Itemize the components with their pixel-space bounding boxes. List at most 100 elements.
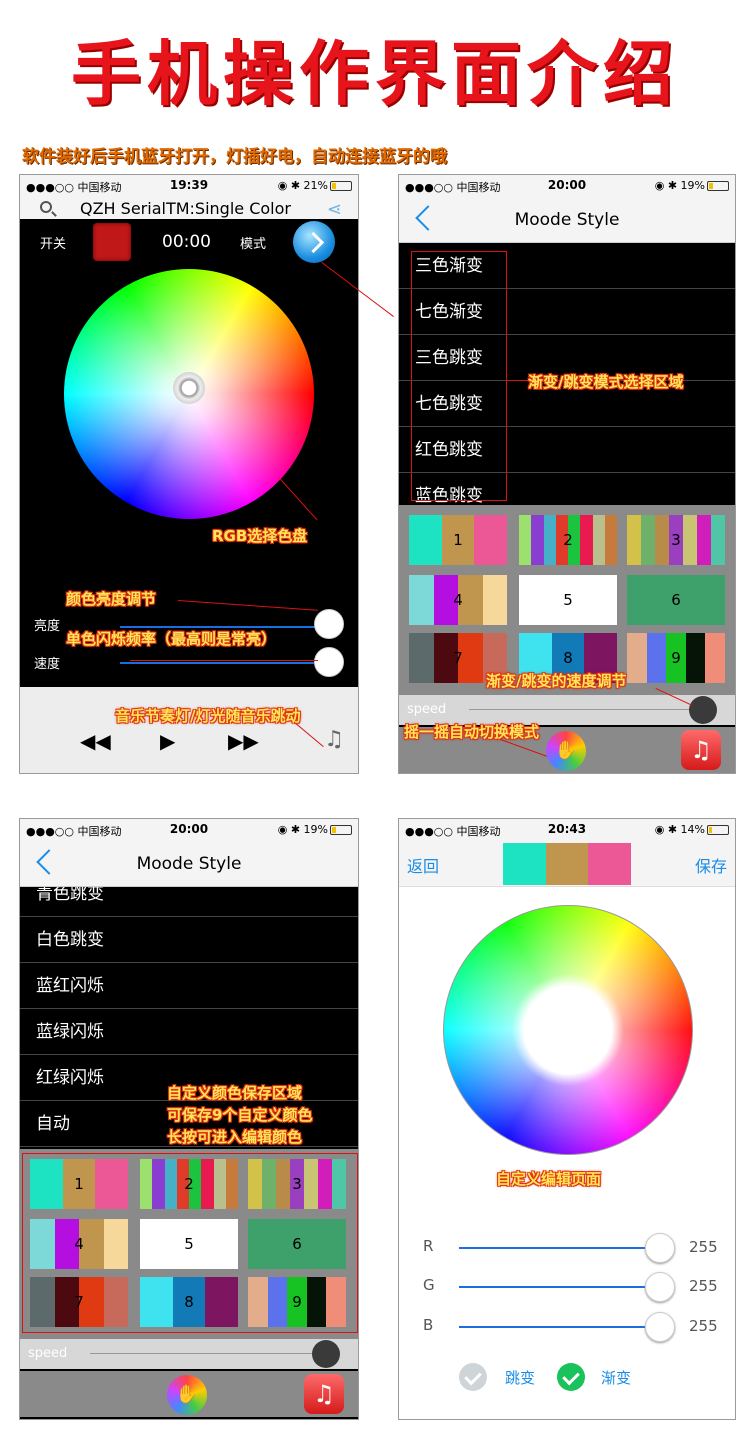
music-note-icon[interactable]: ♫ — [681, 730, 721, 770]
color-swatch-5[interactable]: 5 — [519, 575, 617, 625]
save-button[interactable]: 保存 — [695, 853, 727, 877]
swatch-number: 3 — [671, 531, 681, 549]
intro-text: 软件装好后手机蓝牙打开，灯插好电，自动连接蓝牙的哦 — [22, 147, 447, 167]
annotation-flash: 单色闪烁频率（最高则是常亮） — [66, 630, 277, 648]
swatch-number: 2 — [563, 531, 573, 549]
speed-slider-thumb[interactable] — [312, 1340, 340, 1368]
speed-slider[interactable] — [469, 709, 705, 710]
speed-row: speed — [20, 1339, 358, 1369]
annotation-line — [130, 660, 318, 661]
annotation-custom-3: 长按可进入编辑颜色 — [167, 1128, 303, 1146]
bottom-bar: ✋ ♫ — [20, 1371, 358, 1417]
music-player-bar: ◀◀ ▶ ▶▶ ♫ — [20, 687, 358, 773]
green-slider-thumb[interactable] — [645, 1272, 675, 1302]
fade-option-label[interactable]: 渐变 — [601, 1367, 631, 1388]
swatch-number: 4 — [453, 591, 463, 609]
color-wheel[interactable] — [443, 905, 693, 1155]
timer-display[interactable]: 00:00 — [162, 232, 211, 252]
power-toggle-button[interactable] — [93, 223, 131, 261]
back-button[interactable]: 返回 — [407, 853, 439, 877]
color-swatch-9[interactable]: 9 — [627, 633, 725, 683]
color-preview — [503, 843, 632, 885]
swatch-number: 9 — [671, 649, 681, 667]
color-wheel-knob[interactable] — [173, 372, 205, 404]
status-icons: ◉ ✱ 14% — [654, 823, 705, 836]
status-bar: ●●●○○ 中国移动 20:00 ◉ ✱ 19% — [20, 819, 358, 841]
music-note-icon[interactable]: ♫ — [304, 1374, 344, 1414]
red-channel-row: R 255 — [399, 1233, 735, 1263]
status-bar: ●●●○○ 中国移动 19:39 ◉ ✱ 21% — [20, 175, 358, 197]
color-swatch-1[interactable]: 1 — [409, 515, 508, 565]
shake-icon[interactable]: ✋ — [546, 731, 586, 771]
annotation-line — [507, 380, 529, 381]
custom-area-outline — [22, 1153, 358, 1333]
speed-label: speed — [28, 1346, 68, 1361]
color-swatch-6[interactable]: 6 — [627, 575, 725, 625]
battery-icon — [330, 825, 352, 835]
mode-area-outline — [411, 251, 507, 501]
red-slider[interactable] — [459, 1247, 659, 1249]
status-icons: ◉ ✱ 21% — [277, 179, 328, 192]
swatch-number: 5 — [563, 591, 573, 609]
next-button[interactable]: ▶▶ — [228, 729, 259, 753]
channel-label: B — [423, 1316, 434, 1334]
share-icon[interactable]: ⋖ — [327, 199, 342, 220]
channel-value: 255 — [689, 1238, 718, 1256]
red-slider-thumb[interactable] — [645, 1233, 675, 1263]
battery-icon — [707, 181, 729, 191]
brightness-slider-thumb[interactable] — [314, 609, 344, 639]
flash-speed-slider[interactable] — [120, 662, 320, 664]
mode-item[interactable]: 白色跳变 — [20, 917, 358, 963]
jump-check-icon[interactable] — [459, 1363, 487, 1391]
channel-label: G — [423, 1276, 435, 1294]
shake-icon[interactable]: ✋ — [167, 1375, 207, 1415]
channel-label: R — [423, 1237, 434, 1255]
nav-bar: Moode Style — [20, 841, 358, 887]
nav-title: Moode Style — [514, 210, 620, 230]
switch-label: 开关 — [40, 237, 67, 252]
speed-label: 速度 — [34, 657, 61, 672]
green-channel-row: G 255 — [399, 1272, 735, 1302]
swatch-number: 6 — [671, 591, 681, 609]
music-mode-icon[interactable]: ♫ — [324, 727, 344, 752]
brightness-label: 亮度 — [34, 619, 61, 634]
app-header: QZH SerialTM:Single Color ⋖ — [20, 197, 358, 220]
battery-icon — [330, 181, 352, 191]
status-bar: ●●●○○ 中国移动 20:43 ◉ ✱ 14% — [399, 819, 735, 841]
status-icons: ◉ ✱ 19% — [654, 179, 705, 192]
battery-icon — [707, 825, 729, 835]
phone-single-color: ●●●○○ 中国移动 19:39 ◉ ✱ 21% QZH SerialTM:Si… — [19, 174, 359, 774]
mode-label: 模式 — [240, 237, 267, 252]
mode-item[interactable]: 蓝绿闪烁 — [20, 1009, 358, 1055]
mode-item[interactable]: 蓝红闪烁 — [20, 963, 358, 1009]
play-button[interactable]: ▶ — [160, 729, 175, 753]
annotation-mode-area: 渐变/跳变模式选择区域 — [528, 373, 684, 391]
flash-speed-slider-thumb[interactable] — [314, 647, 344, 677]
speed-slider[interactable] — [90, 1353, 328, 1354]
nav-bar: Moode Style — [399, 197, 735, 243]
nav-title: Moode Style — [136, 854, 242, 874]
swatch-grid: 123456789 — [399, 505, 735, 695]
color-swatch-3[interactable]: 3 — [627, 515, 725, 565]
channel-value: 255 — [689, 1317, 718, 1335]
swatch-number: 1 — [453, 531, 463, 549]
color-swatch-2[interactable]: 2 — [519, 515, 617, 565]
search-icon[interactable] — [40, 201, 52, 213]
annotation-speed: 渐变/跳变的速度调节 — [486, 672, 627, 690]
speed-slider-thumb[interactable] — [689, 696, 717, 724]
jump-option-label[interactable]: 跳变 — [505, 1367, 535, 1388]
status-icons: ◉ ✱ 19% — [277, 823, 328, 836]
annotation-custom-1: 自定义颜色保存区域 — [167, 1084, 303, 1102]
edit-header: 返回 保存 — [399, 841, 735, 887]
blue-slider[interactable] — [459, 1326, 659, 1328]
color-swatch-4[interactable]: 4 — [409, 575, 507, 625]
fade-check-icon[interactable] — [557, 1363, 585, 1391]
annotation-wheel: RGB选择色盘 — [212, 527, 308, 545]
mode-arrow-button[interactable] — [293, 221, 335, 263]
previous-button[interactable]: ◀◀ — [80, 729, 111, 753]
green-slider[interactable] — [459, 1286, 659, 1288]
blue-slider-thumb[interactable] — [645, 1312, 675, 1342]
mode-item[interactable]: 青色跳变 — [20, 887, 358, 917]
annotation-custom-2: 可保存9个自定义颜色 — [167, 1106, 313, 1124]
annotation-brightness: 颜色亮度调节 — [66, 590, 157, 608]
